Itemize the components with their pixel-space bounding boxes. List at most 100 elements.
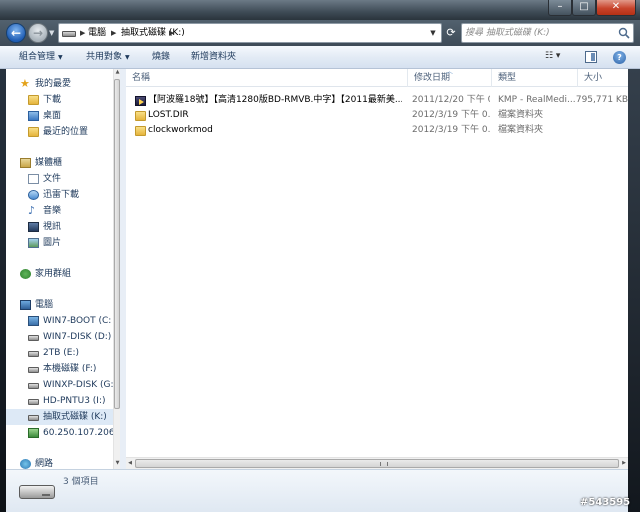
nav-vertical-scrollbar[interactable]: ▲ ▼: [113, 69, 120, 469]
nav-network[interactable]: 網路: [6, 456, 120, 469]
recent-pages-dropdown-icon[interactable]: ▼: [49, 29, 57, 37]
nav-item-label: 60.250.107.206: [43, 428, 115, 438]
nav-item-label: WINXP-DISK (G:: [43, 380, 114, 390]
horizontal-scrollbar[interactable]: ◀ ▶: [126, 457, 628, 469]
nav-item-recent-places[interactable]: 最近的位置: [6, 124, 120, 140]
thunder-download-icon: [28, 190, 39, 200]
drive-icon: [28, 367, 39, 373]
nav-item-desktop[interactable]: 桌面: [6, 108, 120, 124]
nav-item-label: 迅雷下載: [43, 190, 80, 200]
computer-icon: [20, 300, 31, 310]
nav-item-label: 桌面: [43, 111, 62, 121]
drive-icon: [28, 351, 39, 357]
nav-homegroup[interactable]: 家用群組: [6, 266, 120, 282]
video-icon: [28, 222, 39, 232]
share-with-label: 共用對象: [86, 52, 123, 62]
scroll-grip-icon: [380, 462, 388, 466]
table-row[interactable]: clockworkmod 2012/3/19 下午 0... 檔案資料夾: [126, 123, 628, 138]
file-size: 795,771 KB: [575, 95, 628, 105]
search-input[interactable]: [465, 26, 615, 40]
watermark-text: #543595: [580, 497, 631, 508]
table-row[interactable]: LOST.DIR 2012/3/19 下午 0... 檔案資料夾: [126, 108, 628, 123]
scroll-right-icon[interactable]: ▶: [620, 459, 628, 468]
nav-computer[interactable]: 電腦: [6, 297, 120, 313]
removable-drive-icon: [28, 415, 39, 421]
nav-libraries[interactable]: 媒體櫃: [6, 155, 120, 171]
nav-item-network-drive[interactable]: 60.250.107.206: [6, 425, 120, 441]
minimize-button[interactable]: –: [548, 0, 572, 16]
column-header-type[interactable]: 類型: [492, 69, 578, 87]
documents-icon: [28, 174, 39, 184]
network-icon: [20, 459, 31, 469]
nav-item-drive-d[interactable]: WIN7-DISK (D:): [6, 329, 120, 345]
scroll-left-icon[interactable]: ◀: [126, 459, 134, 468]
burn-button[interactable]: 燒錄: [152, 46, 170, 69]
search-box[interactable]: [461, 23, 634, 43]
drive-icon: [28, 399, 39, 405]
organize-button[interactable]: 組合管理 ▼: [19, 46, 63, 69]
file-type: 檔案資料夾: [498, 110, 544, 120]
breadcrumb-computer[interactable]: 電腦: [88, 24, 106, 42]
nav-item-downloads[interactable]: 下載: [6, 92, 120, 108]
new-folder-button[interactable]: 新增資料夾: [191, 46, 236, 69]
column-header-size[interactable]: 大小: [578, 69, 628, 87]
folder-icon: [135, 126, 146, 136]
nav-item-label: WIN7-BOOT (C:: [43, 316, 112, 326]
breadcrumb-separator-icon[interactable]: ▶: [169, 24, 174, 42]
address-row: ← → ▼ ▶ 電腦 ▶ 抽取式磁碟 (K:) ▶ ▼ ⟳: [0, 20, 640, 46]
window-title-bar[interactable]: – □ ✕: [0, 0, 640, 20]
nav-favorites[interactable]: ★ 我的最愛: [6, 76, 120, 92]
breadcrumb-separator-icon[interactable]: ▶: [80, 24, 85, 42]
nav-item-drive-f[interactable]: 本機磁碟 (F:): [6, 361, 120, 377]
breadcrumb-separator-icon[interactable]: ▶: [111, 24, 116, 42]
change-view-icon[interactable]: ☷ ▾: [545, 51, 573, 64]
help-icon[interactable]: ?: [613, 51, 626, 64]
sort-indicator-icon: ︿: [446, 67, 453, 75]
details-pane: 3 個項目: [6, 469, 628, 512]
nav-item-documents[interactable]: 文件: [6, 171, 120, 187]
nav-item-drive-i[interactable]: HD-PNTU3 (I:): [6, 393, 120, 409]
nav-item-videos[interactable]: 視訊: [6, 219, 120, 235]
homegroup-icon: [20, 269, 31, 279]
desktop-background-right: [628, 0, 640, 512]
media-file-icon: [135, 96, 146, 106]
drive-icon: [62, 31, 76, 37]
nav-item-drive-c[interactable]: WIN7-BOOT (C:: [6, 313, 120, 329]
share-with-button[interactable]: 共用對象 ▼: [86, 46, 130, 69]
nav-item-drive-k[interactable]: 抽取式磁碟 (K:): [6, 409, 120, 425]
system-drive-icon: [28, 316, 39, 326]
refresh-icon[interactable]: ⟳: [444, 23, 458, 43]
back-button[interactable]: ←: [6, 23, 26, 43]
nav-item-label: WIN7-DISK (D:): [43, 332, 112, 342]
table-row[interactable]: 【阿波羅18號】【高清1280版BD-RMVB.中字】【2011最新美... 2…: [126, 93, 628, 108]
nav-item-label: 圖片: [43, 238, 62, 248]
nav-favorites-label: 我的最愛: [35, 79, 72, 89]
breadcrumb-removable-disk[interactable]: 抽取式磁碟 (K:): [121, 24, 185, 42]
navigation-pane[interactable]: ★ 我的最愛 下載 桌面 最近的位置 媒體櫃 文件 迅雷下載 ♪ 音樂 視訊 圖…: [6, 69, 120, 469]
nav-item-label: 最近的位置: [43, 127, 89, 137]
preview-pane-icon[interactable]: [585, 51, 597, 63]
command-toolbar: 組合管理 ▼ 共用對象 ▼ 燒錄 新增資料夾 ☷ ▾ ?: [0, 46, 640, 69]
address-bar[interactable]: ▶ 電腦 ▶ 抽取式磁碟 (K:) ▶ ▼: [58, 23, 442, 43]
nav-item-label: 視訊: [43, 222, 62, 232]
file-type: 檔案資料夾: [498, 125, 544, 135]
pictures-icon: [28, 238, 39, 248]
horizontal-scroll-thumb[interactable]: [135, 459, 619, 468]
file-date: 2012/3/19 下午 0...: [412, 110, 490, 120]
column-header-row: 名稱 修改日期 類型 大小 ︿: [126, 67, 628, 87]
maximize-button[interactable]: □: [572, 0, 596, 16]
nav-item-music[interactable]: ♪ 音樂: [6, 203, 120, 219]
nav-item-pictures[interactable]: 圖片: [6, 235, 120, 251]
forward-button[interactable]: →: [28, 23, 48, 43]
close-button[interactable]: ✕: [596, 0, 636, 16]
nav-item-label: 音樂: [43, 206, 62, 216]
nav-libraries-label: 媒體櫃: [35, 158, 63, 168]
nav-item-drive-g[interactable]: WINXP-DISK (G:: [6, 377, 120, 393]
column-header-name[interactable]: 名稱: [126, 69, 408, 87]
drive-icon: [28, 335, 39, 341]
address-dropdown-icon[interactable]: ▼: [425, 24, 441, 42]
nav-item-drive-e[interactable]: 2TB (E:): [6, 345, 120, 361]
nav-item-thunder-downloads[interactable]: 迅雷下載: [6, 187, 120, 203]
search-icon[interactable]: [618, 27, 630, 39]
file-list[interactable]: 名稱 修改日期 類型 大小 ︿ 【阿波羅18號】【高清1280版BD-RMVB.…: [126, 67, 628, 469]
